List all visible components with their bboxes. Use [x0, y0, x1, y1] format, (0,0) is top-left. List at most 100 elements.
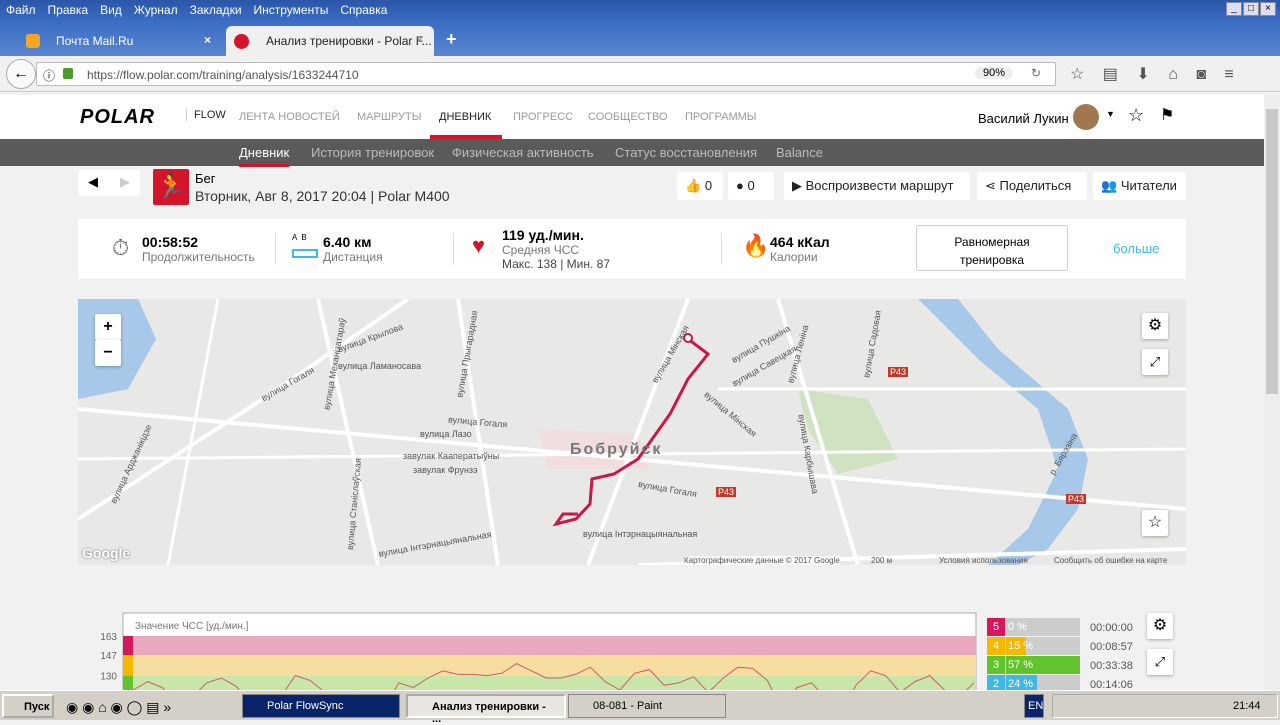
favorite-route-icon[interactable]: ☆: [1142, 510, 1168, 536]
followers-button[interactable]: 👥 Читатели: [1093, 172, 1186, 200]
taskbar-flowsync[interactable]: Polar FlowSync: [242, 694, 400, 718]
nav-diary[interactable]: ДНЕВНИК: [439, 111, 491, 123]
hr-legend: Значение ЧСС [уд./мин.]: [133, 621, 251, 632]
polar-favicon-icon: [234, 34, 249, 49]
stopwatch-icon: ⏱: [112, 235, 130, 260]
locate-icon[interactable]: ⚙: [1142, 313, 1168, 339]
report-error-link[interactable]: Сообщить об ошибке на карте: [1054, 556, 1167, 565]
terms-link[interactable]: Условия использования: [939, 556, 1028, 565]
zone-number: 4: [987, 637, 1005, 655]
quick-launch-icons[interactable]: ◉ ◉ ⌂ ◉ ◯ ▤ »: [62, 694, 232, 718]
road-badge: P43: [1066, 494, 1087, 504]
nav-community[interactable]: СООБЩЕСТВО: [588, 111, 668, 123]
subnav-recovery[interactable]: Статус восстановления: [615, 145, 757, 160]
comment-button[interactable]: ● 0: [728, 172, 774, 200]
polar-logo[interactable]: POLAR: [80, 106, 155, 129]
page-scrollbar[interactable]: [1264, 95, 1280, 690]
y-tick-label: 130: [100, 672, 117, 683]
google-logo: Google: [82, 545, 131, 561]
session-date: Вторник, Авг 8, 2017 20:04 | Polar M400: [195, 188, 450, 204]
url-text[interactable]: https://flow.polar.com/training/analysis…: [87, 68, 359, 82]
maximize-button[interactable]: □: [1243, 2, 1259, 16]
close-tab-icon[interactable]: ×: [416, 33, 423, 47]
share-icon: ⋖: [985, 178, 996, 193]
thumbs-up-icon: 👍: [685, 178, 702, 193]
info-icon[interactable]: ⓘ: [43, 67, 55, 84]
prev-arrow-icon[interactable]: ◀: [88, 174, 98, 190]
training-benefit-button[interactable]: Равномерная тренировка: [916, 225, 1068, 271]
start-button[interactable]: Пуск: [2, 694, 54, 718]
avg-hr-value: 119 уд./мин.: [502, 227, 584, 243]
zone-time: 00:33:38: [1090, 660, 1133, 672]
menu-view[interactable]: Вид: [94, 0, 128, 20]
taskbar-paint[interactable]: 08-081 - Paint: [568, 694, 726, 718]
hr-chart-section: 163147130114 Значение ЧСС [уд./мин.] 5 0…: [0, 610, 1264, 690]
more-link[interactable]: больше: [1113, 241, 1159, 256]
minimize-button[interactable]: _: [1226, 2, 1242, 16]
map-scale: 200 м: [871, 556, 893, 565]
avatar[interactable]: [1073, 104, 1099, 130]
new-tab-button[interactable]: +: [446, 29, 457, 50]
heart-icon: ♥: [472, 233, 486, 258]
zone-percent: 0 %: [1008, 621, 1027, 633]
url-bar[interactable]: ⓘ https://flow.polar.com/training/analys…: [36, 62, 1056, 86]
close-tab-icon[interactable]: ×: [204, 33, 211, 47]
y-tick-label: 163: [100, 632, 117, 643]
nav-programs[interactable]: ПРОГРАММЫ: [685, 111, 757, 123]
zone-marker: [123, 655, 133, 676]
tab-mail[interactable]: Почта Mail.Ru ×: [16, 26, 221, 56]
subnav-diary[interactable]: Дневник: [239, 145, 290, 167]
zoom-out-button[interactable]: −: [95, 340, 121, 366]
map-canvas: [78, 299, 1186, 565]
polar-header: POLAR FLOW ЛЕНТА НОВОСТЕЙ МАРШРУТЫ ДНЕВН…: [0, 95, 1264, 139]
play-icon: ▶: [792, 178, 802, 193]
like-count: 0: [704, 178, 713, 193]
tab-polar[interactable]: Анализ тренировки - Polar F... ×: [226, 26, 434, 56]
menu-help[interactable]: Справка: [334, 0, 393, 20]
menu-tools[interactable]: Инструменты: [248, 0, 335, 20]
zoom-level[interactable]: 90%: [975, 67, 1014, 79]
chevron-down-icon[interactable]: ▼: [1106, 109, 1115, 119]
subnav-balance[interactable]: Balance: [776, 145, 823, 160]
nav-progress[interactable]: ПРОГРЕСС: [513, 111, 573, 123]
share-label: Поделиться: [999, 178, 1072, 193]
comment-count: 0: [747, 178, 755, 193]
route-map[interactable]: Бобруйск вулица Арджанікідзе вулица Гога…: [78, 299, 1186, 565]
ruler-icon: [292, 249, 318, 258]
next-arrow-icon[interactable]: ▶: [120, 174, 130, 190]
chart-fullscreen-icon[interactable]: ⤢: [1147, 649, 1173, 675]
y-tick-label: 147: [100, 651, 117, 662]
nav-news[interactable]: ЛЕНТА НОВОСТЕЙ: [239, 111, 340, 123]
play-route-button[interactable]: ▶ Воспроизвести маршрут: [784, 172, 970, 200]
share-button[interactable]: ⋖ Поделиться: [977, 172, 1087, 200]
taskbar-firefox[interactable]: Анализ тренировки - ...: [406, 694, 566, 725]
reload-icon[interactable]: ↻: [1031, 66, 1041, 80]
user-name[interactable]: Василий Лукин: [978, 111, 1069, 126]
menu-file[interactable]: Файл: [0, 0, 42, 20]
subnav-history[interactable]: История тренировок: [311, 145, 434, 160]
like-button[interactable]: 👍 0: [677, 172, 723, 200]
language-indicator[interactable]: EN: [1024, 694, 1044, 718]
zone-percent: 15 %: [1008, 640, 1034, 652]
menu-history[interactable]: Журнал: [128, 0, 184, 20]
play-route-label: Воспроизвести маршрут: [805, 178, 954, 193]
zone-row: 5 0 %: [987, 618, 1080, 636]
fullscreen-icon[interactable]: ⤢: [1142, 349, 1168, 375]
notifications-icon[interactable]: ⚑: [1160, 105, 1174, 125]
running-icon: 🏃: [153, 169, 189, 205]
zoom-in-button[interactable]: +: [95, 314, 121, 340]
back-button[interactable]: ←: [6, 59, 36, 89]
menu-edit[interactable]: Правка: [42, 0, 95, 20]
nav-routes[interactable]: МАРШРУТЫ: [357, 111, 421, 123]
subnav-activity[interactable]: Физическая активность: [452, 145, 594, 160]
star-icon[interactable]: ☆: [1128, 105, 1144, 126]
close-window-button[interactable]: ×: [1260, 2, 1276, 16]
menu-bookmarks[interactable]: Закладки: [184, 0, 248, 20]
chart-settings-icon[interactable]: ⚙: [1147, 613, 1173, 639]
toolbar-icons[interactable]: ☆ ▤ ⬇ ⌂ ◙ ≡: [1070, 64, 1234, 84]
city-label: Бобруйск: [570, 441, 663, 458]
zone-row: 4 15 %: [987, 637, 1080, 655]
tab-title: Анализ тренировки - Polar F...: [266, 34, 432, 48]
scroll-thumb[interactable]: [1266, 109, 1278, 394]
distance-label: Дистанция: [323, 250, 383, 264]
